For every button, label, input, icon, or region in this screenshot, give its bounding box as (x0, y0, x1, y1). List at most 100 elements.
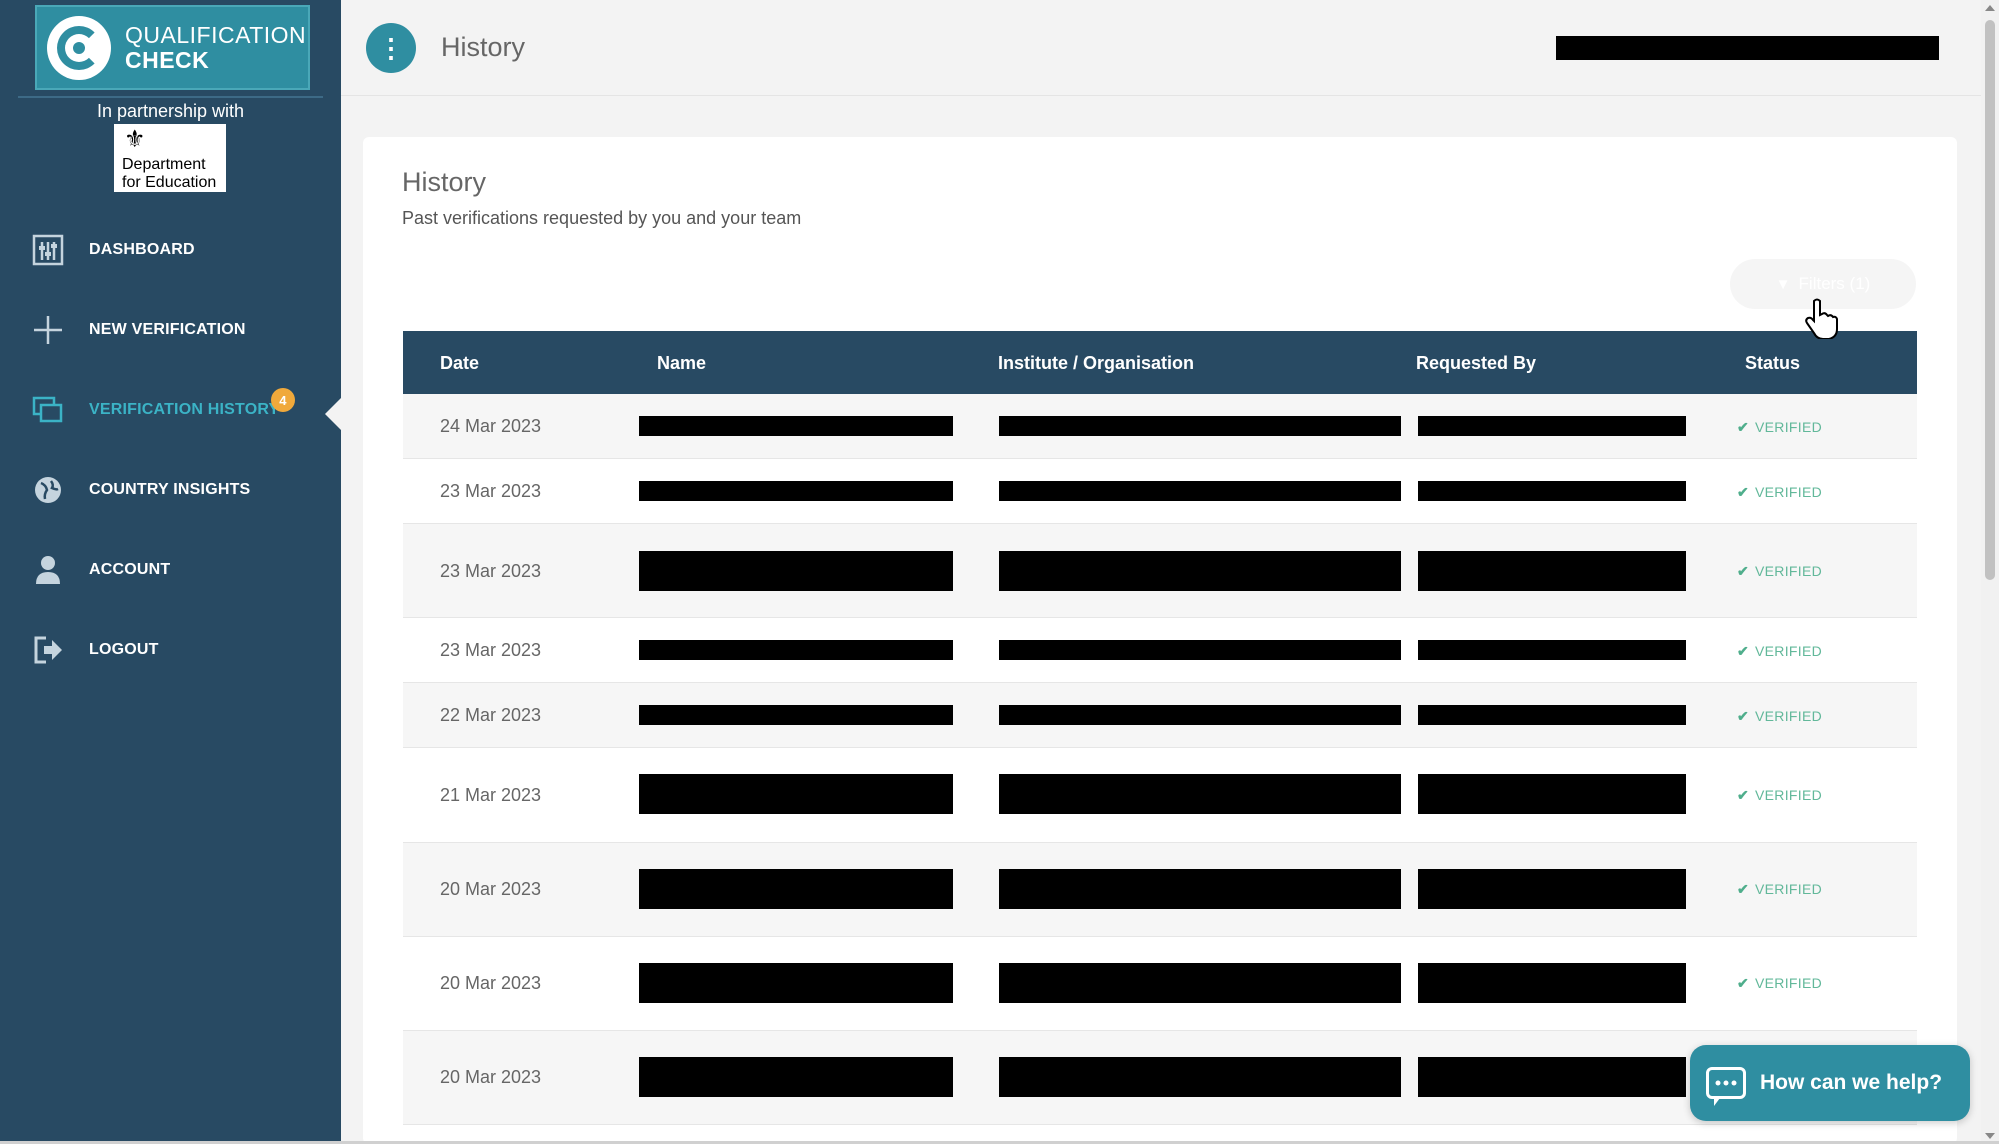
row-date: 21 Mar 2023 (440, 785, 542, 805)
row-date: 20 Mar 2023 (440, 973, 542, 993)
status-badge: ✔ VERIFIED (1737, 975, 1822, 992)
redacted-requester (1418, 416, 1686, 436)
redacted-name (639, 416, 953, 436)
check-icon: ✔ (1737, 975, 1750, 991)
dfe-line-2: for Education (122, 174, 217, 191)
redacted-institute (999, 1057, 1401, 1097)
check-icon: ✔ (1737, 563, 1750, 579)
status-text: VERIFIED (1755, 563, 1822, 579)
brand-logo[interactable]: QUALIFICATION CHECK (35, 5, 310, 90)
row-date: 24 Mar 2023 (440, 416, 542, 436)
status-badge: ✔ VERIFIED (1737, 787, 1822, 804)
active-indicator (325, 398, 341, 430)
status-badge: ✔ VERIFIED (1737, 484, 1822, 501)
redacted-name (639, 551, 953, 591)
redacted-institute (999, 963, 1401, 1003)
column-header-status[interactable]: Status (1745, 353, 1800, 374)
redacted-name (639, 774, 953, 814)
scroll-down-arrow-icon[interactable] (1985, 1133, 1995, 1139)
page-scrollbar[interactable] (1981, 0, 1999, 1144)
status-badge: ✔ VERIFIED (1737, 419, 1822, 436)
sidebar-item-verification-history[interactable]: VERIFICATION HISTORY 4 (0, 380, 341, 440)
status-badge: ✔ VERIFIED (1737, 881, 1822, 898)
partner-text: In partnership with (96, 101, 245, 121)
redacted-requester (1418, 1057, 1686, 1097)
sidebar-item-label: NEW VERIFICATION (89, 321, 246, 338)
redacted-institute (999, 774, 1401, 814)
redacted-requester (1418, 551, 1686, 591)
table-row[interactable]: 21 Mar 2023 ✔ VERIFIED (403, 748, 1917, 843)
card-title: History (402, 167, 487, 197)
table-row[interactable]: 24 Mar 2023 ✔ VERIFIED (403, 394, 1917, 459)
status-badge: ✔ VERIFIED (1737, 708, 1822, 725)
row-date: 23 Mar 2023 (440, 640, 542, 660)
row-date: 23 Mar 2023 (440, 561, 542, 581)
column-header-requested-by[interactable]: Requested By (1416, 353, 1536, 374)
brand-line-1: QUALIFICATION (125, 22, 307, 49)
dashboard-icon (32, 234, 64, 266)
department-for-education-logo: ⚜ Department for Education (114, 124, 226, 192)
redacted-institute (999, 416, 1401, 436)
logout-icon (32, 634, 64, 666)
redacted-name (639, 705, 953, 725)
redacted-name (639, 481, 953, 501)
table-row[interactable]: 20 Mar 2023 ✔ VERIFIED (403, 843, 1917, 937)
table-row[interactable]: 23 Mar 2023 ✔ VERIFIED (403, 618, 1917, 683)
table-header: Date Name Institute / Organisation Reque… (403, 331, 1917, 394)
hand-cursor-icon (1805, 298, 1838, 339)
check-icon: ✔ (1737, 419, 1750, 435)
status-text: VERIFIED (1755, 708, 1822, 724)
sidebar-item-label: DASHBOARD (89, 241, 195, 258)
sidebar-item-label: LOGOUT (89, 641, 159, 658)
sidebar-item-new-verification[interactable]: NEW VERIFICATION (0, 300, 341, 360)
row-date: 23 Mar 2023 (440, 481, 542, 501)
check-icon: ✔ (1737, 787, 1750, 803)
page-title: History (441, 32, 526, 62)
check-icon: ✔ (1737, 881, 1750, 897)
row-date: 20 Mar 2023 (440, 879, 542, 899)
globe-icon (32, 474, 64, 506)
scrollbar-thumb[interactable] (1985, 20, 1995, 580)
table-row[interactable]: 23 Mar 2023 ✔ VERIFIED (403, 524, 1917, 618)
dfe-line-1: Department (122, 156, 206, 173)
header: ⋮ History (341, 0, 1981, 96)
status-text: VERIFIED (1755, 643, 1822, 659)
notification-badge: 4 (271, 388, 295, 412)
column-header-institute[interactable]: Institute / Organisation (998, 353, 1194, 374)
column-header-date[interactable]: Date (440, 353, 479, 374)
sidebar-item-label: ACCOUNT (89, 561, 171, 578)
brand-line-2: CHECK (125, 46, 210, 73)
sidebar: QUALIFICATION CHECK In partnership with … (0, 0, 341, 1144)
user-icon (32, 554, 64, 586)
redacted-requester (1418, 774, 1686, 814)
redacted-user-info (1556, 36, 1939, 60)
crest-icon: ⚜ (124, 126, 146, 153)
column-header-name[interactable]: Name (657, 353, 706, 374)
sidebar-item-country-insights[interactable]: COUNTRY INSIGHTS (0, 460, 341, 520)
redacted-requester (1418, 705, 1686, 725)
status-text: VERIFIED (1755, 975, 1822, 991)
redacted-institute (999, 705, 1401, 725)
redacted-requester (1418, 963, 1686, 1003)
redacted-name (639, 1057, 953, 1097)
row-date: 20 Mar 2023 (440, 1067, 542, 1087)
table-row[interactable]: 23 Mar 2023 ✔ VERIFIED (403, 459, 1917, 524)
sidebar-item-account[interactable]: ACCOUNT (0, 540, 341, 600)
status-badge: ✔ VERIFIED (1737, 643, 1822, 660)
scroll-up-arrow-icon[interactable] (1985, 5, 1995, 11)
table-row[interactable]: 20 Mar 2023 ✔ VERIFIED (403, 937, 1917, 1031)
sidebar-item-dashboard[interactable]: DASHBOARD (0, 220, 341, 280)
redacted-name (639, 869, 953, 909)
row-date: 22 Mar 2023 (440, 705, 542, 725)
kebab-menu-icon[interactable]: ⋮ (366, 23, 416, 73)
sidebar-item-logout[interactable]: LOGOUT (0, 620, 341, 680)
sidebar-item-label: COUNTRY INSIGHTS (89, 481, 251, 498)
check-icon: ✔ (1737, 643, 1750, 659)
sidebar-item-label: VERIFICATION HISTORY (89, 401, 280, 418)
help-chat-button[interactable]: How can we help? (1690, 1045, 1970, 1121)
history-table: Date Name Institute / Organisation Reque… (403, 331, 1917, 1125)
filters-label: Filters (1) (1798, 274, 1871, 293)
history-card: History Past verifications requested by … (363, 137, 1957, 1144)
table-row[interactable]: 22 Mar 2023 ✔ VERIFIED (403, 683, 1917, 748)
qualification-check-logo-icon (47, 15, 111, 80)
